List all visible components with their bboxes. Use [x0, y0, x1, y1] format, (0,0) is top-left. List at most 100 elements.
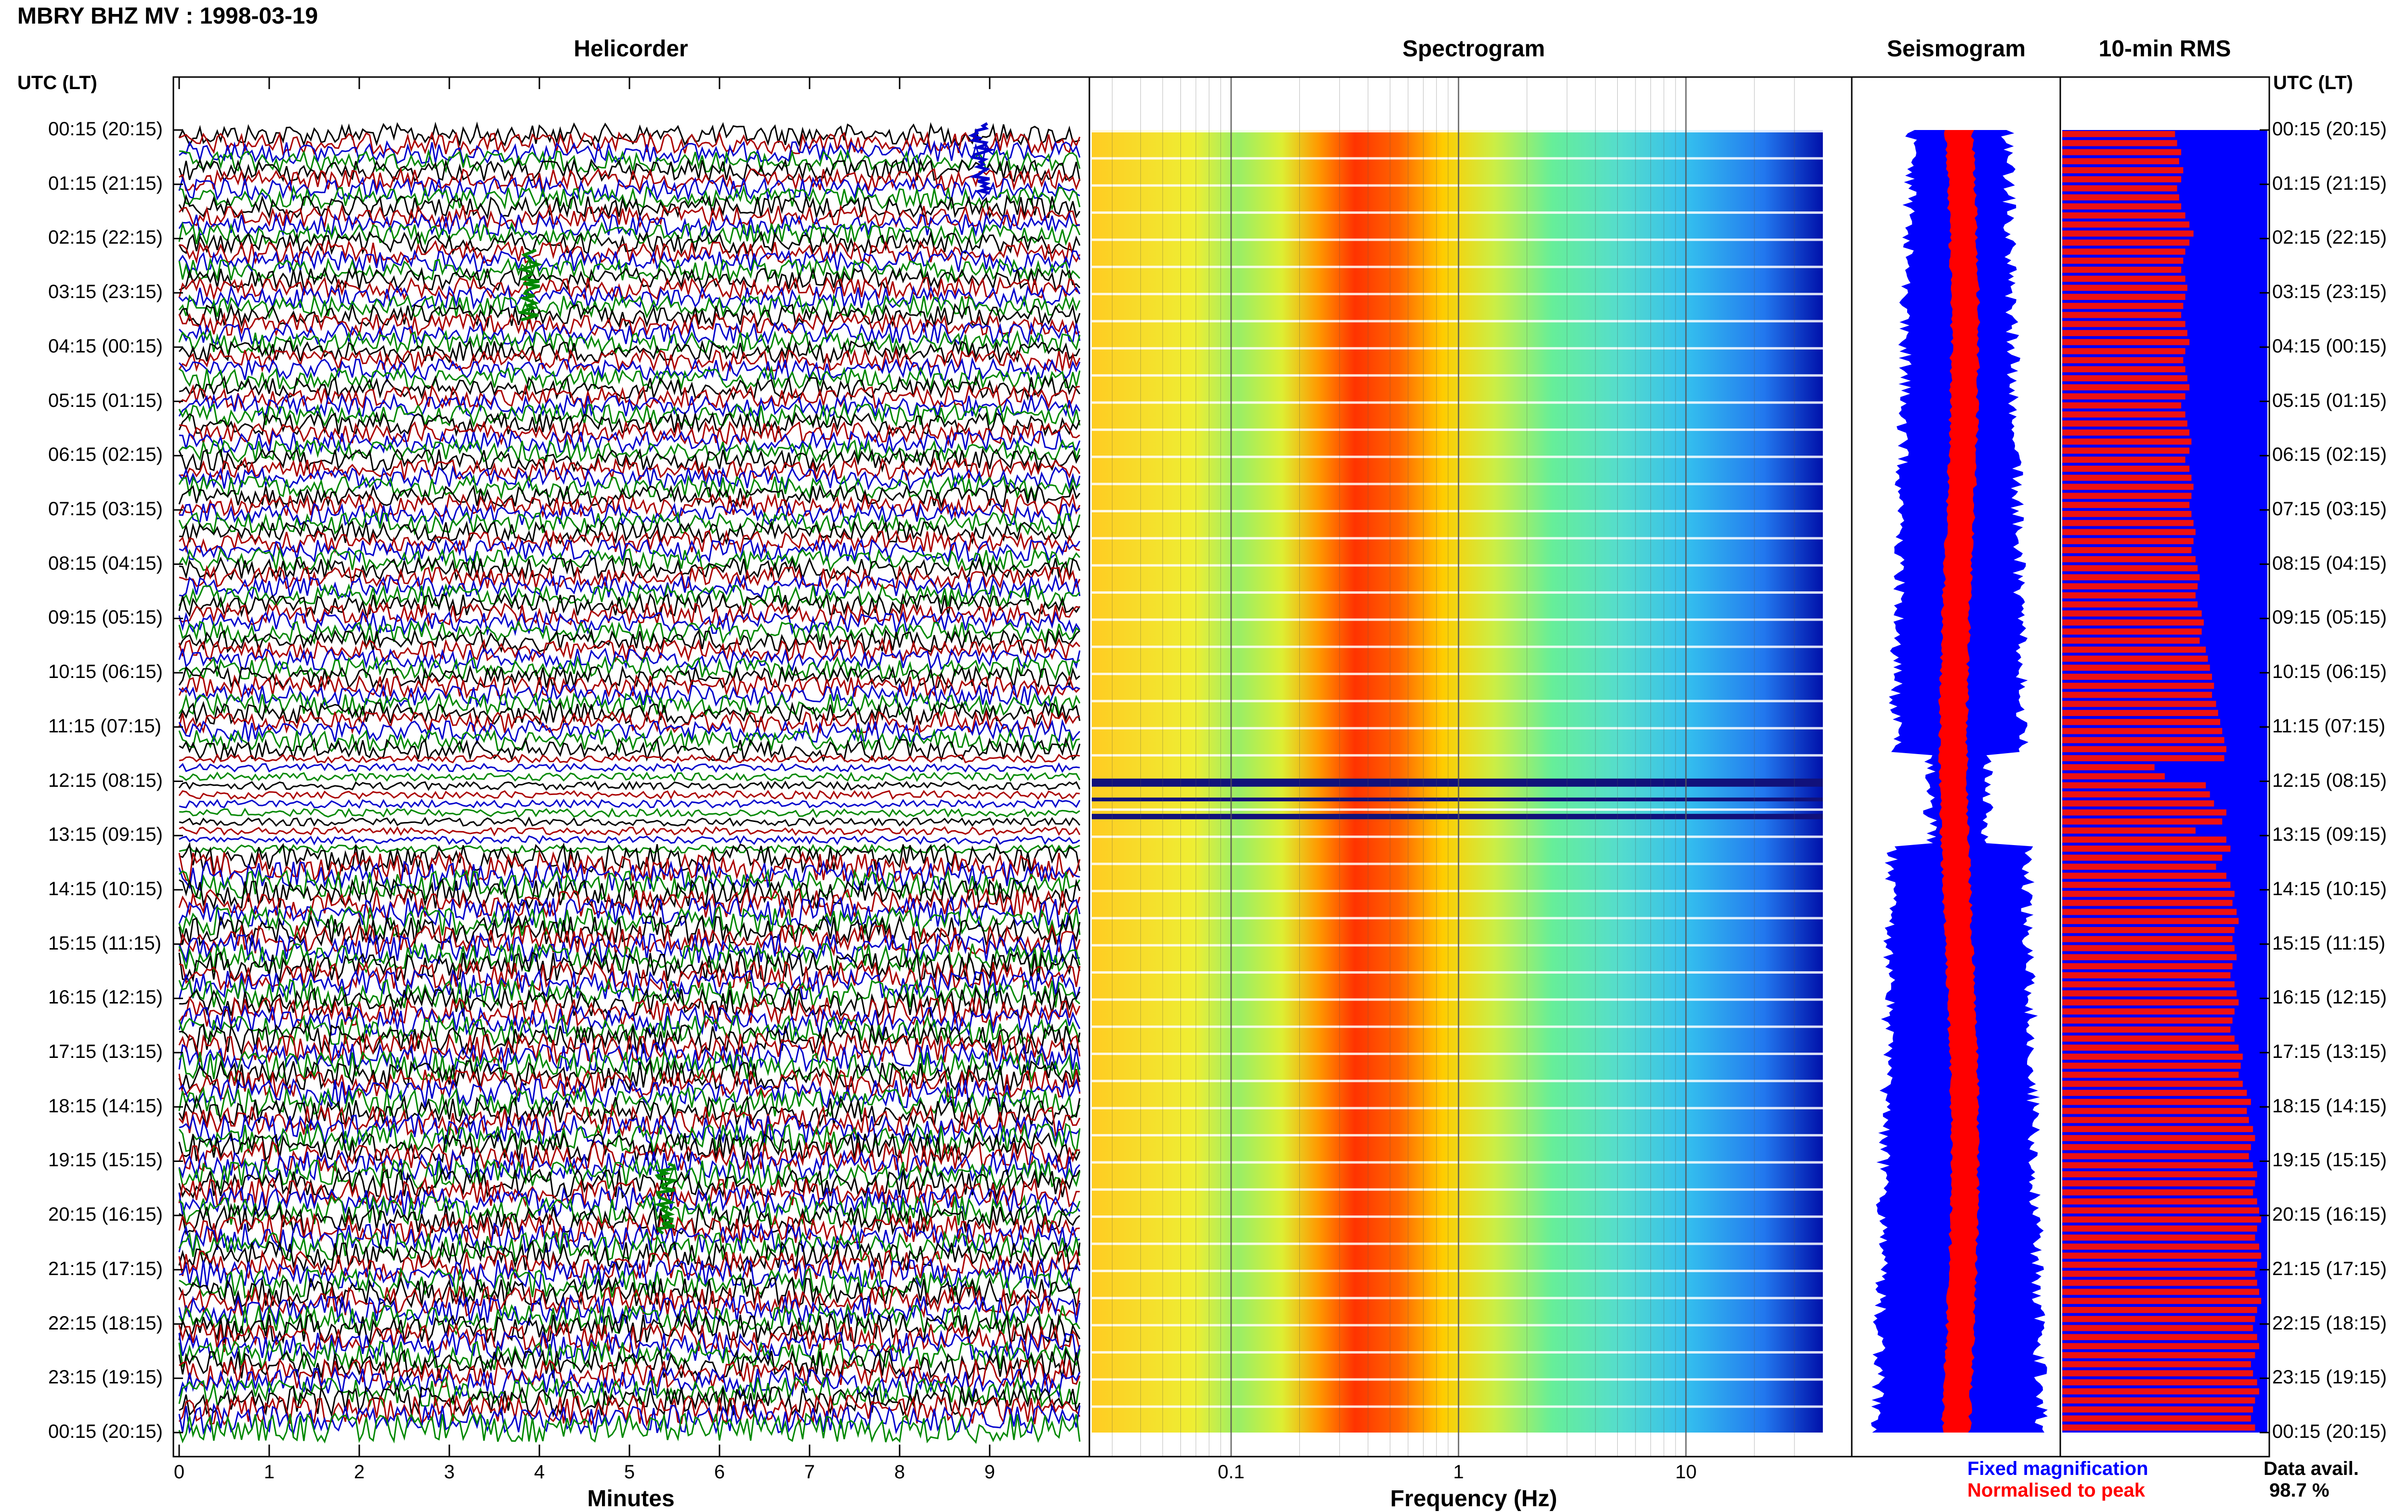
- rms-bar: [2062, 927, 2235, 933]
- rms-bar: [2062, 510, 2192, 517]
- rms-bar: [2062, 890, 2235, 897]
- legend-normalised-to-peak: Normalised to peak: [1967, 1480, 2146, 1501]
- rms-bar: [2062, 1162, 2253, 1169]
- rms-bar: [2062, 239, 2190, 246]
- rms-bar: [2062, 655, 2208, 662]
- rms-bar: [2062, 429, 2190, 436]
- rms-bar: [2062, 302, 2184, 309]
- rms-bar: [2062, 266, 2182, 273]
- spectrogram-row-gap: [1092, 428, 1823, 431]
- rms-bar: [2062, 682, 2214, 689]
- spectrogram-row-gap: [1092, 1188, 1823, 1191]
- spectrogram-row-gap: [1092, 238, 1823, 241]
- hour-label-right: 01:15 (21:15): [2272, 172, 2387, 194]
- hour-label-left: 12:15 (08:15): [48, 769, 163, 791]
- rms-bar: [2062, 212, 2186, 219]
- rms-bar: [2062, 1307, 2257, 1313]
- hour-label-left: 05:15 (01:15): [48, 390, 163, 411]
- helicorder-trace: [178, 511, 1081, 536]
- spectrogram-x-label: Frequency (Hz): [1390, 1486, 1557, 1512]
- rms-bar: [2062, 782, 2206, 789]
- spectrogram-row-gap: [1092, 727, 1823, 730]
- rms-bar: [2062, 1144, 2251, 1150]
- rms-bar: [2062, 972, 2231, 978]
- hour-label-left: 03:15 (23:15): [48, 281, 163, 303]
- hour-label-right: 15:15 (11:15): [2272, 932, 2385, 954]
- rms-bar: [2062, 275, 2186, 282]
- rms-bar: [2062, 936, 2233, 942]
- rms-bar: [2062, 140, 2177, 146]
- rms-bar: [2062, 674, 2212, 680]
- rms-bar: [2062, 1325, 2253, 1331]
- rms-bar: [2062, 248, 2186, 255]
- hour-label-left: 10:15 (06:15): [48, 661, 163, 683]
- rms-bar: [2062, 854, 2223, 861]
- rms-bar: [2062, 1108, 2247, 1114]
- hour-label-left: 13:15 (09:15): [48, 824, 163, 846]
- hour-label-right: 09:15 (05:15): [2272, 607, 2387, 628]
- rms-bar: [2062, 918, 2239, 925]
- rms-bar: [2062, 800, 2214, 807]
- data-avail-value: 98.7 %: [2269, 1480, 2329, 1501]
- rms-bar: [2062, 1225, 2257, 1232]
- rms-bar: [2062, 845, 2231, 852]
- rms-bar: [2062, 1262, 2257, 1268]
- rms-bar: [2062, 954, 2237, 961]
- spectrogram-dark-band: [1092, 797, 1823, 802]
- hour-label-left: 00:15 (20:15): [48, 118, 163, 140]
- rms-bar: [2062, 1216, 2262, 1223]
- rms-bar: [2062, 547, 2192, 553]
- rms-bar: [2062, 1234, 2255, 1241]
- rms-bar: [2062, 529, 2196, 535]
- hour-label-left: 00:15 (20:15): [48, 1421, 163, 1442]
- rms-bar: [2062, 1198, 2257, 1205]
- hour-label-left: 23:15 (19:15): [48, 1367, 163, 1388]
- spectrogram-row-gap: [1092, 1215, 1823, 1218]
- hour-label-right: 23:15 (19:15): [2272, 1367, 2387, 1388]
- rms-bar: [2062, 1270, 2255, 1277]
- rms-bar: [2062, 357, 2184, 364]
- rms-bar: [2062, 728, 2223, 734]
- legend-fixed-magnification: Fixed magnification: [1967, 1458, 2148, 1479]
- hour-label-right: 12:15 (08:15): [2272, 769, 2387, 791]
- spectrogram-row-gap: [1092, 998, 1823, 1001]
- rms-bar: [2062, 348, 2186, 354]
- spectrogram-row-gap: [1092, 184, 1823, 187]
- plot-canvas: [172, 76, 2270, 1458]
- spectrogram-row-gap: [1092, 130, 1823, 132]
- left-axis-label: UTC (LT): [17, 72, 97, 93]
- spectrogram-row-gap: [1092, 835, 1823, 838]
- rms-bar: [2062, 230, 2194, 237]
- rms-bar: [2062, 1298, 2262, 1304]
- rms-bar: [2062, 691, 2212, 698]
- spectrogram-row-gap: [1092, 1378, 1823, 1381]
- rms-bar: [2062, 203, 2182, 210]
- spectrogram-row-gap: [1092, 1134, 1823, 1137]
- spectrogram-row-gap: [1092, 1025, 1823, 1028]
- spectrogram-row-gap: [1092, 889, 1823, 892]
- rms-bar: [2062, 149, 2182, 156]
- rms-bar: [2062, 1424, 2255, 1431]
- hour-label-left: 08:15 (04:15): [48, 552, 163, 574]
- rms-bar: [2062, 1279, 2257, 1286]
- rms-bar: [2062, 827, 2196, 834]
- rms-bar: [2062, 1343, 2259, 1349]
- rms-bar: [2062, 1243, 2259, 1250]
- hour-label-left: 18:15 (14:15): [48, 1095, 163, 1117]
- hour-label-right: 05:15 (01:15): [2272, 390, 2387, 411]
- helicorder-trace: [179, 826, 1081, 837]
- rms-bar: [2062, 466, 2190, 472]
- rms-bar: [2062, 1361, 2251, 1368]
- hour-label-left: 21:15 (17:15): [48, 1258, 163, 1279]
- rms-bar: [2062, 1252, 2262, 1259]
- rms-bar: [2062, 556, 2196, 562]
- hour-label-left: 04:15 (00:15): [48, 335, 163, 357]
- rms-bar: [2062, 873, 2226, 879]
- rms-bar: [2062, 701, 2216, 707]
- helicorder-trace: [179, 771, 1081, 782]
- rms-bar: [2062, 809, 2226, 816]
- spectrogram-dark-band: [1092, 814, 1823, 820]
- rms-bar: [2062, 1289, 2259, 1295]
- rms-bar: [2062, 1207, 2259, 1214]
- hour-label-right: 10:15 (06:15): [2272, 661, 2387, 683]
